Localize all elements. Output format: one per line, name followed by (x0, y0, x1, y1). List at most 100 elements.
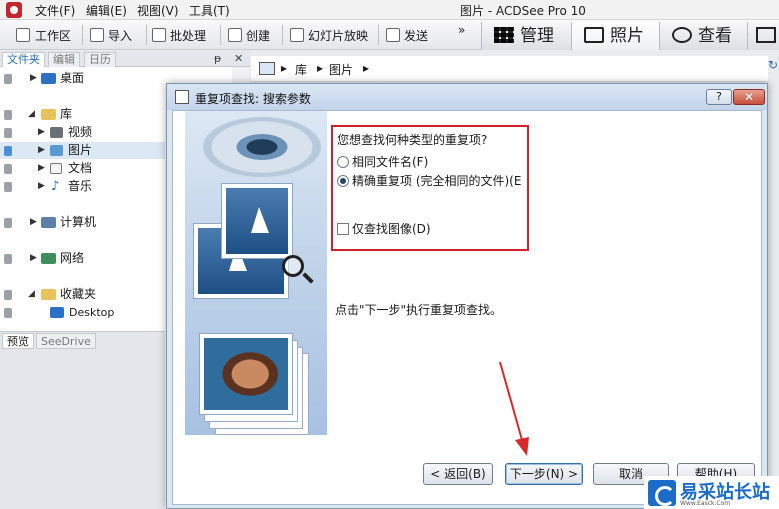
option-same-filename[interactable]: 相同文件名(F) (337, 153, 428, 170)
tab-catalog[interactable]: 编辑 (48, 52, 80, 67)
menu-view[interactable]: 视图(V) (137, 2, 179, 19)
mode-photos-button[interactable]: 照片 (571, 22, 659, 50)
collapse-arrow-icon[interactable]: ◢ (28, 106, 35, 123)
network-icon (41, 253, 56, 264)
title-bar: 文件(F) 编辑(E) 视图(V) 工具(T) 图片 - ACDSee Pro … (0, 0, 779, 20)
toolbar-separator (146, 25, 147, 45)
checkbox-images-only[interactable] (337, 223, 349, 235)
workspace-icon (16, 28, 30, 42)
refresh-icon[interactable]: ↻ (768, 58, 778, 72)
toolbar-slideshow[interactable]: 幻灯片放映 (308, 27, 368, 44)
pictures-icon (50, 145, 63, 156)
acdsee-app-icon[interactable] (6, 2, 22, 18)
radio-exact-duplicate[interactable] (337, 175, 349, 187)
tree-item-label: 音乐 (68, 179, 93, 193)
tree-item-library[interactable]: ◢ 库 (0, 106, 165, 123)
mode-manage-button[interactable]: 管理 (481, 22, 571, 50)
back-button[interactable]: < 返回(B) (423, 463, 493, 485)
grid-icon (494, 27, 514, 43)
option-images-only[interactable]: 仅查找图像(D) (337, 220, 431, 237)
expand-arrow-icon[interactable]: ▶ (30, 70, 37, 87)
desktop-icon (41, 73, 56, 84)
expand-arrow-icon[interactable]: ▶ (38, 178, 45, 195)
pin-marker-icon (4, 254, 12, 264)
collapse-arrow-icon[interactable]: ◢ (28, 286, 35, 303)
mode-view-button[interactable]: 查看 (659, 22, 747, 50)
toolbar-more-chevron-icon[interactable]: » (458, 23, 465, 37)
radio-same-filename[interactable] (337, 156, 349, 168)
dialog-help-button[interactable]: ? (706, 89, 732, 105)
expand-arrow-icon[interactable]: ▶ (38, 142, 45, 159)
dialog-body: 您想查找何种类型的重复项? 相同文件名(F) 精确重复项 (完全相同的文件)(E… (172, 110, 762, 505)
mode-develop-button[interactable] (747, 22, 779, 50)
pin-marker-icon (4, 110, 12, 120)
pin-marker-icon (4, 308, 12, 318)
develop-icon (756, 27, 776, 43)
tree-item-label: 视频 (68, 125, 93, 139)
menu-edit[interactable]: 编辑(E) (86, 2, 127, 19)
refresh-strip: ↻ (768, 56, 779, 509)
menu-file[interactable]: 文件(F) (35, 2, 75, 19)
tree-item-favorites[interactable]: ◢ 收藏夹 (0, 286, 165, 303)
breadcrumb: ▸ 库 ▸ 图片 ▸ (251, 56, 779, 82)
tree-item-label: 库 (60, 107, 73, 121)
toolbar-create[interactable]: 创建 (246, 27, 270, 44)
eye-illustration (203, 117, 321, 177)
expand-arrow-icon[interactable]: ▶ (38, 160, 45, 177)
tab-calendar[interactable]: 日历 (84, 52, 116, 67)
folder-view-icon[interactable] (259, 62, 275, 75)
pin-icon[interactable]: ᵽ (214, 52, 221, 65)
breadcrumb-separator: ▸ (281, 61, 288, 75)
pin-marker-icon (4, 74, 12, 84)
tree-item-label: 计算机 (60, 215, 97, 229)
tree-item-videos[interactable]: ▶ 视频 (0, 124, 165, 141)
mode-photos-label: 照片 (610, 26, 644, 46)
expand-arrow-icon[interactable]: ▶ (38, 124, 45, 141)
batch-icon (152, 28, 166, 42)
eye-icon (672, 27, 692, 43)
dialog-title-bar: 重复项查找: 搜索参数 ? ✕ (167, 84, 767, 110)
toolbar-workspace[interactable]: 工作区 (35, 27, 71, 44)
toolbar-separator (378, 25, 379, 45)
mode-view-label: 查看 (698, 26, 732, 46)
tree-item-documents[interactable]: ▶ 文档 (0, 160, 165, 177)
magnifier-icon (282, 255, 304, 277)
tree-item-desktop[interactable]: ▶ 桌面 (0, 70, 165, 87)
toolbar-batch[interactable]: 批处理 (170, 27, 206, 44)
tree-item-music[interactable]: ▶ ♪ 音乐 (0, 178, 165, 195)
expand-arrow-icon[interactable]: ▶ (30, 250, 37, 267)
tree-item-desktop-favorite[interactable]: Desktop (0, 304, 165, 321)
option-exact-duplicate[interactable]: 精确重复项 (完全相同的文件)(E (337, 172, 521, 189)
preview-pane-tabs: 预览 SeeDrive (0, 331, 165, 349)
toolbar-separator (220, 25, 221, 45)
music-icon: ♪ (51, 179, 60, 194)
tree-item-network[interactable]: ▶ 网络 (0, 250, 165, 267)
dialog-title: 重复项查找: 搜索参数 (195, 92, 311, 106)
breadcrumb-separator: ▸ (363, 61, 370, 75)
breadcrumb-library[interactable]: 库 (295, 61, 307, 78)
duplicate-type-options: 您想查找何种类型的重复项? 相同文件名(F) 精确重复项 (完全相同的文件)(E… (331, 125, 529, 251)
create-icon (228, 28, 242, 42)
tab-folders[interactable]: 文件夹 (2, 52, 45, 67)
tab-seedrive[interactable]: SeeDrive (36, 333, 96, 349)
dialog-close-button[interactable]: ✕ (733, 89, 765, 105)
toolbar-send[interactable]: 发送 (404, 27, 428, 44)
breadcrumb-separator: ▸ (317, 61, 324, 75)
duplicate-type-question: 您想查找何种类型的重复项? (337, 133, 488, 147)
option-label: 精确重复项 (完全相同的文件)(E (352, 174, 522, 188)
tree-item-computer[interactable]: ▶ 计算机 (0, 214, 165, 231)
tree-item-label: Desktop (69, 306, 115, 319)
tree-item-label: 网络 (60, 251, 85, 265)
toolbar-import[interactable]: 导入 (108, 27, 132, 44)
expand-arrow-icon[interactable]: ▶ (30, 214, 37, 231)
mode-manage-label: 管理 (520, 26, 554, 46)
breadcrumb-pictures[interactable]: 图片 (329, 61, 353, 78)
next-button[interactable]: 下一步(N) > (505, 463, 583, 485)
preview-area (0, 349, 165, 509)
menu-tools[interactable]: 工具(T) (189, 2, 230, 19)
tab-preview[interactable]: 预览 (2, 333, 34, 349)
pin-marker-icon (4, 290, 12, 300)
close-pane-icon[interactable]: ✕ (234, 52, 243, 65)
tree-item-pictures[interactable]: ▶ 图片 (0, 142, 165, 159)
import-icon (90, 28, 104, 42)
